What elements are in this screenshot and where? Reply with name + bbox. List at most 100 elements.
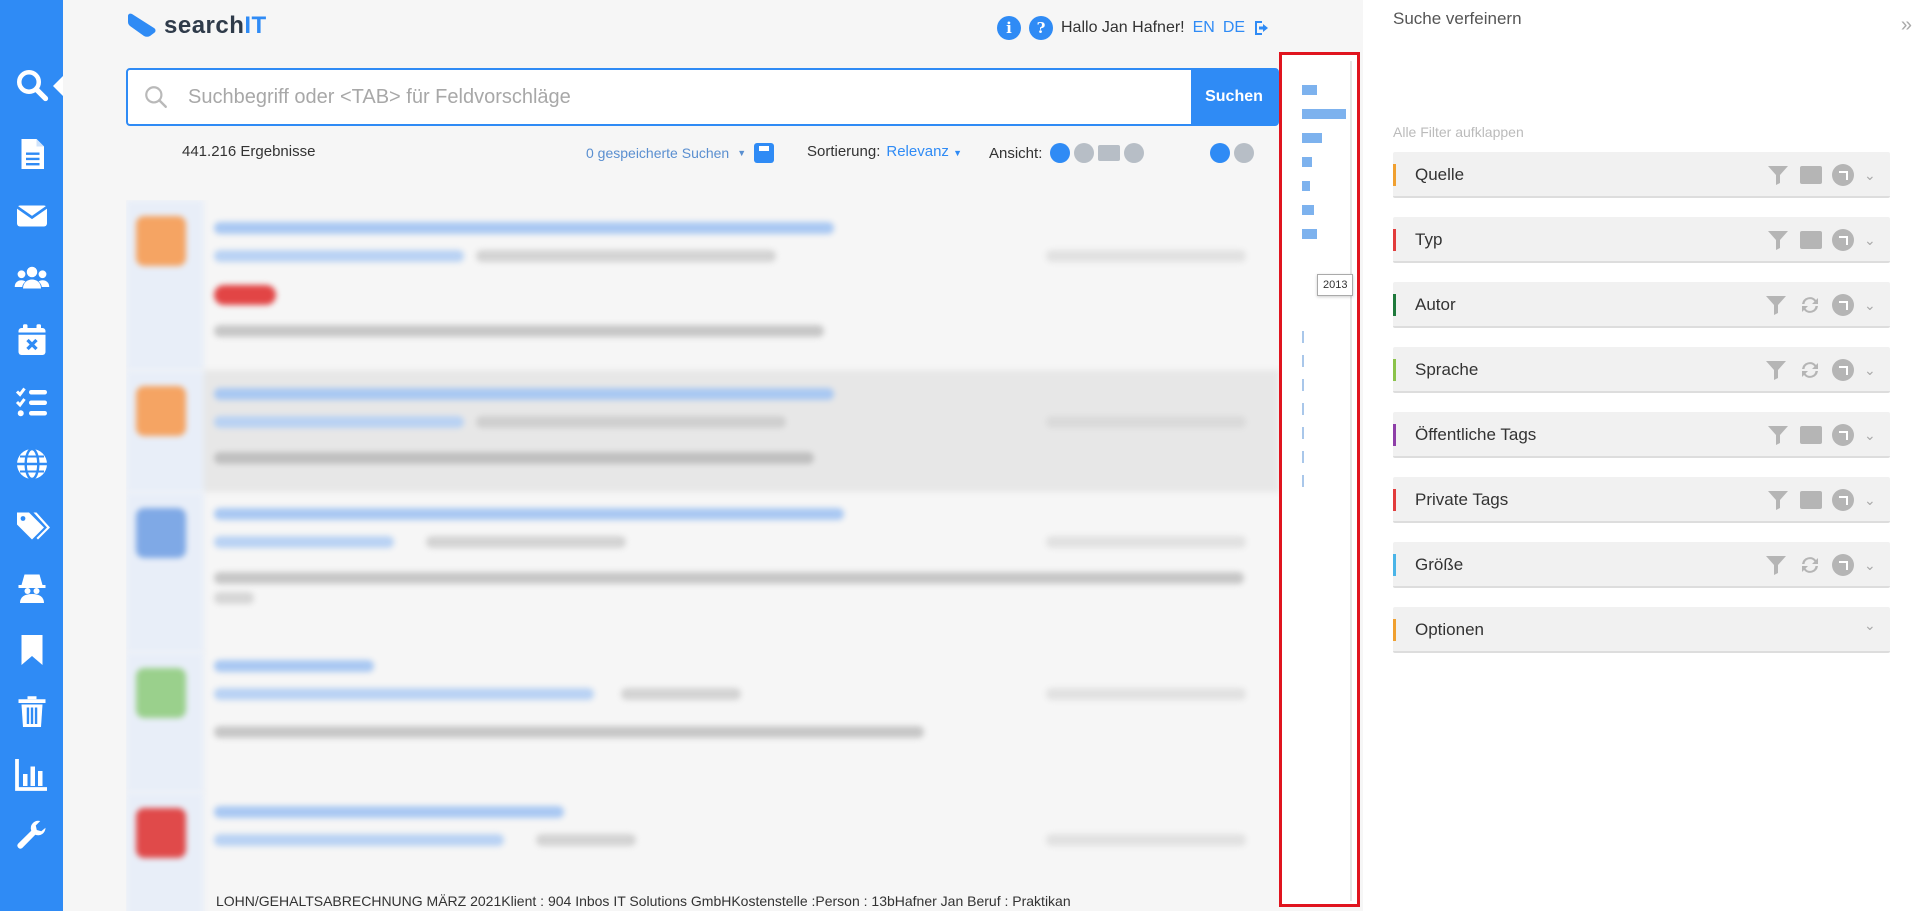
open-external-icon[interactable] xyxy=(1832,229,1854,251)
folder-icon[interactable] xyxy=(1800,426,1822,444)
chevron-down-icon[interactable]: ⌄ xyxy=(1864,168,1878,182)
result-snippet-end xyxy=(214,592,254,604)
chevron-down-icon[interactable]: ⌄ xyxy=(1864,618,1878,632)
filter-icon[interactable] xyxy=(1764,358,1788,382)
result-item[interactable] xyxy=(126,492,1279,652)
document-nav-icon[interactable] xyxy=(0,127,63,181)
filter-icon[interactable] xyxy=(1764,553,1788,577)
folder-view-icon[interactable] xyxy=(1098,145,1121,161)
facet-private-tags[interactable]: Private Tags ⌄ xyxy=(1393,477,1890,523)
folder-icon[interactable] xyxy=(1800,166,1822,184)
list-view-icon[interactable] xyxy=(1050,143,1071,163)
calendar-remove-nav-icon[interactable] xyxy=(0,313,63,367)
info-icon[interactable]: i xyxy=(997,16,1021,40)
filter-icon[interactable] xyxy=(1766,228,1790,252)
grid-view-icon[interactable] xyxy=(1074,143,1095,163)
result-thumbnail xyxy=(136,216,186,266)
timeline-bar[interactable] xyxy=(1302,85,1317,95)
collapse-panel-icon[interactable]: » xyxy=(1901,14,1912,37)
sort-dropdown[interactable]: Relevanz ▼ xyxy=(886,143,962,160)
chart-nav-icon[interactable] xyxy=(0,747,63,801)
expand-rows-icon[interactable] xyxy=(1210,143,1230,163)
mail-nav-icon[interactable] xyxy=(0,189,63,243)
timeline-bar[interactable] xyxy=(1302,157,1312,167)
help-icon[interactable]: ? xyxy=(1029,16,1053,40)
folder-icon[interactable] xyxy=(1800,491,1822,509)
logo-text-search: search xyxy=(164,12,245,39)
result-meta xyxy=(476,416,786,428)
result-title xyxy=(214,508,844,520)
facet-quelle[interactable]: Quelle ⌄ xyxy=(1393,152,1890,198)
refresh-icon[interactable] xyxy=(1798,293,1822,317)
result-date xyxy=(1046,834,1246,846)
facet-color-stripe xyxy=(1393,424,1396,446)
filter-icon[interactable] xyxy=(1766,423,1790,447)
saved-searches-dropdown[interactable]: 0 gespeicherte Suchen ▼ xyxy=(586,143,775,163)
timeline-bar[interactable] xyxy=(1302,133,1322,143)
chevron-down-icon[interactable]: ⌄ xyxy=(1864,363,1878,377)
filter-icon[interactable] xyxy=(1766,488,1790,512)
facet-autor[interactable]: Autor ⌄ xyxy=(1393,282,1890,328)
tasks-nav-icon[interactable] xyxy=(0,375,63,429)
refresh-icon[interactable] xyxy=(1798,553,1822,577)
search-bar: Suchen xyxy=(126,68,1279,126)
lang-en-link[interactable]: EN xyxy=(1193,19,1215,37)
facet-optionen[interactable]: Optionen ⌄ xyxy=(1393,607,1890,653)
search-nav-icon[interactable] xyxy=(0,58,63,112)
timeline-bar[interactable] xyxy=(1302,205,1314,215)
facet-typ[interactable]: Typ ⌄ xyxy=(1393,217,1890,263)
facet-actions: ⌄ xyxy=(1766,163,1878,187)
open-external-icon[interactable] xyxy=(1832,424,1854,446)
timeline-histogram[interactable]: 2013 xyxy=(1288,61,1354,901)
result-snippet xyxy=(214,325,824,337)
tags-nav-icon[interactable] xyxy=(0,499,63,553)
timeline-view-icon[interactable] xyxy=(1124,143,1145,163)
save-search-icon[interactable] xyxy=(754,143,775,163)
facet-öffentliche-tags[interactable]: Öffentliche Tags ⌄ xyxy=(1393,412,1890,458)
result-item[interactable] xyxy=(126,200,1279,370)
result-item[interactable] xyxy=(126,652,1279,792)
expand-all-filters-link[interactable]: Alle Filter aufklappen xyxy=(1393,124,1524,140)
results-meta-bar: 441.216 Ergebnisse 0 gespeicherte Suchen… xyxy=(126,140,1279,164)
bookmark-nav-icon[interactable] xyxy=(0,623,63,677)
timeline-bar[interactable] xyxy=(1302,229,1317,239)
chevron-down-icon[interactable]: ⌄ xyxy=(1864,233,1878,247)
open-external-icon[interactable] xyxy=(1832,294,1854,316)
users-nav-icon[interactable] xyxy=(0,251,63,305)
search-field-icon xyxy=(128,70,184,124)
open-external-icon[interactable] xyxy=(1832,164,1854,186)
incognito-nav-icon[interactable] xyxy=(0,561,63,615)
refresh-icon[interactable] xyxy=(1798,358,1822,382)
open-external-icon[interactable] xyxy=(1832,554,1854,576)
chevron-down-icon[interactable]: ⌄ xyxy=(1864,428,1878,442)
result-path xyxy=(214,250,464,262)
timeline-tick xyxy=(1302,475,1304,487)
chevron-down-icon[interactable]: ⌄ xyxy=(1864,298,1878,312)
facet-größe[interactable]: Größe ⌄ xyxy=(1393,542,1890,588)
saved-searches-label: 0 gespeicherte Suchen xyxy=(586,145,730,161)
facet-sprache[interactable]: Sprache ⌄ xyxy=(1393,347,1890,393)
globe-nav-icon[interactable] xyxy=(0,437,63,491)
result-item[interactable] xyxy=(126,370,1279,492)
result-snippet xyxy=(214,452,814,464)
wrench-nav-icon[interactable] xyxy=(0,809,63,863)
lang-de-link[interactable]: DE xyxy=(1223,19,1245,37)
timeline-bar[interactable] xyxy=(1302,109,1346,119)
logout-icon[interactable] xyxy=(1253,19,1273,37)
filter-icon[interactable] xyxy=(1766,163,1790,187)
result-date xyxy=(1046,416,1246,428)
filter-rows-icon[interactable] xyxy=(1234,143,1254,163)
open-external-icon[interactable] xyxy=(1832,489,1854,511)
search-button[interactable]: Suchen xyxy=(1191,70,1277,124)
filter-icon[interactable] xyxy=(1764,293,1788,317)
folder-icon[interactable] xyxy=(1800,231,1822,249)
app-logo[interactable]: searchIT xyxy=(126,12,267,40)
timeline-bar[interactable] xyxy=(1302,181,1310,191)
chevron-down-icon[interactable]: ⌄ xyxy=(1864,558,1878,572)
search-input[interactable] xyxy=(184,70,1191,124)
result-thumbnail xyxy=(136,508,186,558)
result-title xyxy=(214,388,834,400)
chevron-down-icon[interactable]: ⌄ xyxy=(1864,493,1878,507)
trash-nav-icon[interactable] xyxy=(0,685,63,739)
open-external-icon[interactable] xyxy=(1832,359,1854,381)
